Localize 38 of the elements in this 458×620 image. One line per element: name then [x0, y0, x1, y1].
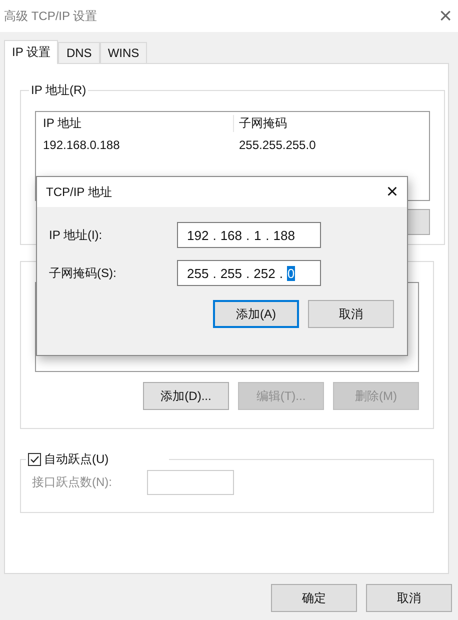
tab[interactable]: WINS: [100, 42, 148, 63]
ip-address-field[interactable]: 192 . 168 . 1 . 188: [177, 222, 321, 248]
octet-text: 168: [220, 228, 242, 242]
window-title: 高级 TCP/IP 设置: [4, 8, 98, 24]
checkbox[interactable]: [28, 453, 41, 466]
octet-text: 192: [187, 228, 209, 242]
field-label: 子网掩码(S):: [49, 264, 118, 282]
separator-text: .: [212, 266, 216, 280]
column-header[interactable]: 子网掩码: [233, 114, 429, 132]
tab[interactable]: DNS: [58, 42, 100, 63]
table-cell-text: 192.168.0.188: [43, 138, 121, 152]
button[interactable]: 添加(A): [213, 300, 299, 328]
field-label: 接口跃点数(N):: [32, 474, 113, 491]
octet-text: 255: [187, 266, 209, 280]
column-header[interactable]: IP 地址: [43, 114, 233, 132]
ip-address-field[interactable]: 255 . 255 . 252 . 0: [177, 260, 321, 286]
separator-text: .: [279, 266, 283, 280]
button[interactable]: 取消: [308, 300, 394, 328]
octet-text: 1: [254, 228, 262, 242]
separator-text: .: [246, 266, 250, 280]
separator-text: .: [266, 228, 270, 242]
button[interactable]: 确定: [271, 584, 357, 612]
close-button[interactable]: ×: [433, 5, 458, 27]
dialog-title: TCP/IP 地址: [46, 184, 112, 200]
octet-text: 252: [254, 266, 276, 280]
field-label: IP 地址(I):: [49, 226, 104, 244]
octet-text: 188: [273, 228, 295, 242]
button[interactable]: 取消: [366, 584, 452, 612]
table-cell-text: 255.255.255.0: [238, 138, 317, 152]
octet-text: 255: [220, 266, 242, 280]
group-label: IP 地址(R): [30, 82, 88, 99]
separator-text: .: [246, 228, 250, 242]
separator-text: .: [212, 228, 216, 242]
checkbox-label[interactable]: 自动跃点(U): [44, 451, 109, 468]
button[interactable]: 添加(D)...: [143, 382, 229, 410]
octet-text: 0: [286, 266, 295, 280]
tab[interactable]: IP 设置: [4, 40, 58, 64]
close-button[interactable]: ×: [377, 182, 407, 202]
